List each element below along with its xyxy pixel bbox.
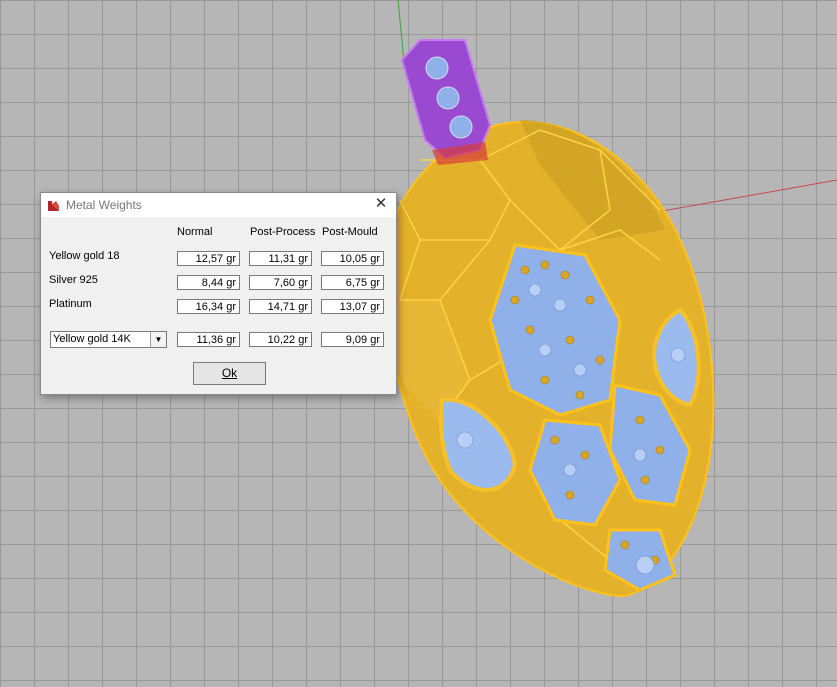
title-bar[interactable]: Metal Weights ✕ <box>41 193 396 217</box>
platinum-post-mould-field[interactable]: 13,07 gr <box>321 299 384 314</box>
silver-925-post-mould-field[interactable]: 6,75 gr <box>321 275 384 290</box>
selected-metal-post-process-field[interactable]: 10,22 gr <box>249 332 312 347</box>
close-icon[interactable]: ✕ <box>374 196 388 212</box>
column-header-post-process: Post-Process <box>250 226 316 238</box>
platinum-post-process-field[interactable]: 14,71 gr <box>249 299 312 314</box>
selected-metal-post-mould-field[interactable]: 9,09 gr <box>321 332 384 347</box>
y-axis <box>397 0 405 63</box>
chevron-down-icon[interactable]: ▼ <box>150 332 166 347</box>
row-label-platinum: Platinum <box>49 298 92 310</box>
column-header-normal: Normal <box>177 226 213 238</box>
row-label-yellow-gold-18: Yellow gold 18 <box>49 250 120 262</box>
metal-select-value: Yellow gold 14K <box>53 333 131 345</box>
ok-button-label: Ok <box>221 366 238 380</box>
row-label-silver-925: Silver 925 <box>49 274 98 286</box>
yellow-gold-18-post-mould-field[interactable]: 10,05 gr <box>321 251 384 266</box>
yellow-gold-18-post-process-field[interactable]: 11,31 gr <box>249 251 312 266</box>
column-header-post-mould: Post-Mould <box>322 226 378 238</box>
silver-925-post-process-field[interactable]: 7,60 gr <box>249 275 312 290</box>
x-axis <box>639 179 837 216</box>
metal-weights-dialog: Metal Weights ✕ Normal Post-Process Post… <box>40 192 397 395</box>
ok-button[interactable]: Ok <box>193 362 266 385</box>
platinum-normal-field[interactable]: 16,34 gr <box>177 299 240 314</box>
metal-select[interactable]: Yellow gold 14K ▼ <box>50 331 167 348</box>
selected-metal-normal-field[interactable]: 11,36 gr <box>177 332 240 347</box>
rhino-icon <box>47 199 60 212</box>
yellow-gold-18-normal-field[interactable]: 12,57 gr <box>177 251 240 266</box>
silver-925-normal-field[interactable]: 8,44 gr <box>177 275 240 290</box>
dialog-title: Metal Weights <box>66 198 142 212</box>
